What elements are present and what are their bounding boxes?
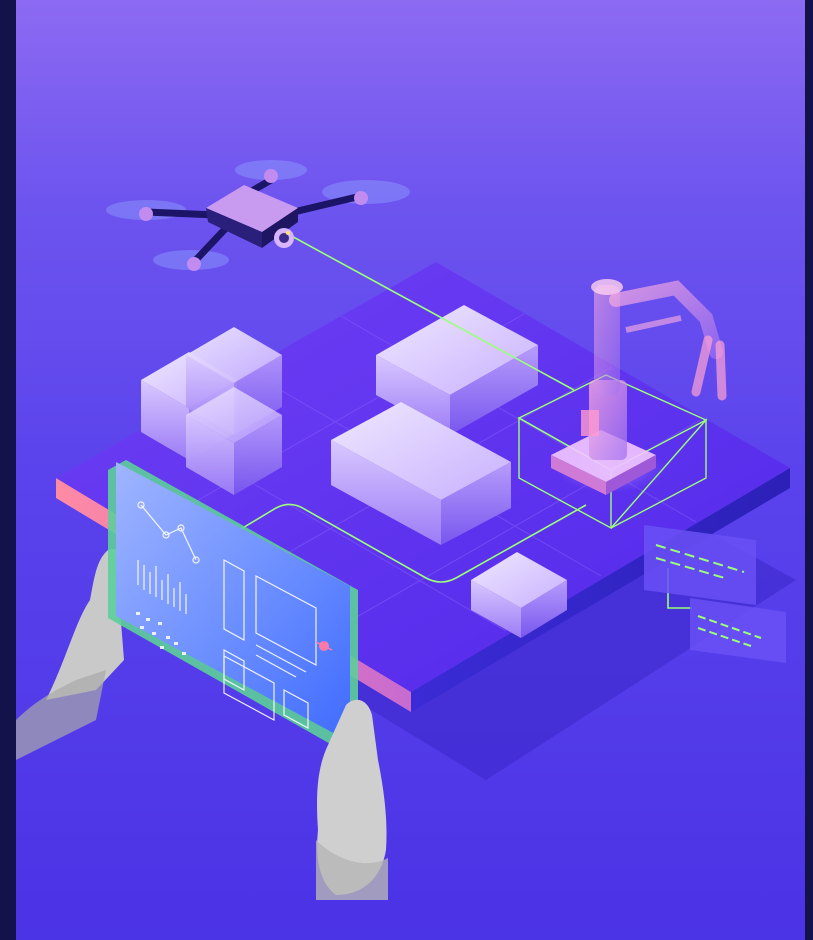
hand-left-icon <box>16 549 124 760</box>
drone-icon <box>106 160 410 271</box>
illustration-panel <box>16 0 805 940</box>
code-panel-lower <box>690 598 786 663</box>
illustration <box>16 160 796 900</box>
image-frame <box>0 0 813 940</box>
